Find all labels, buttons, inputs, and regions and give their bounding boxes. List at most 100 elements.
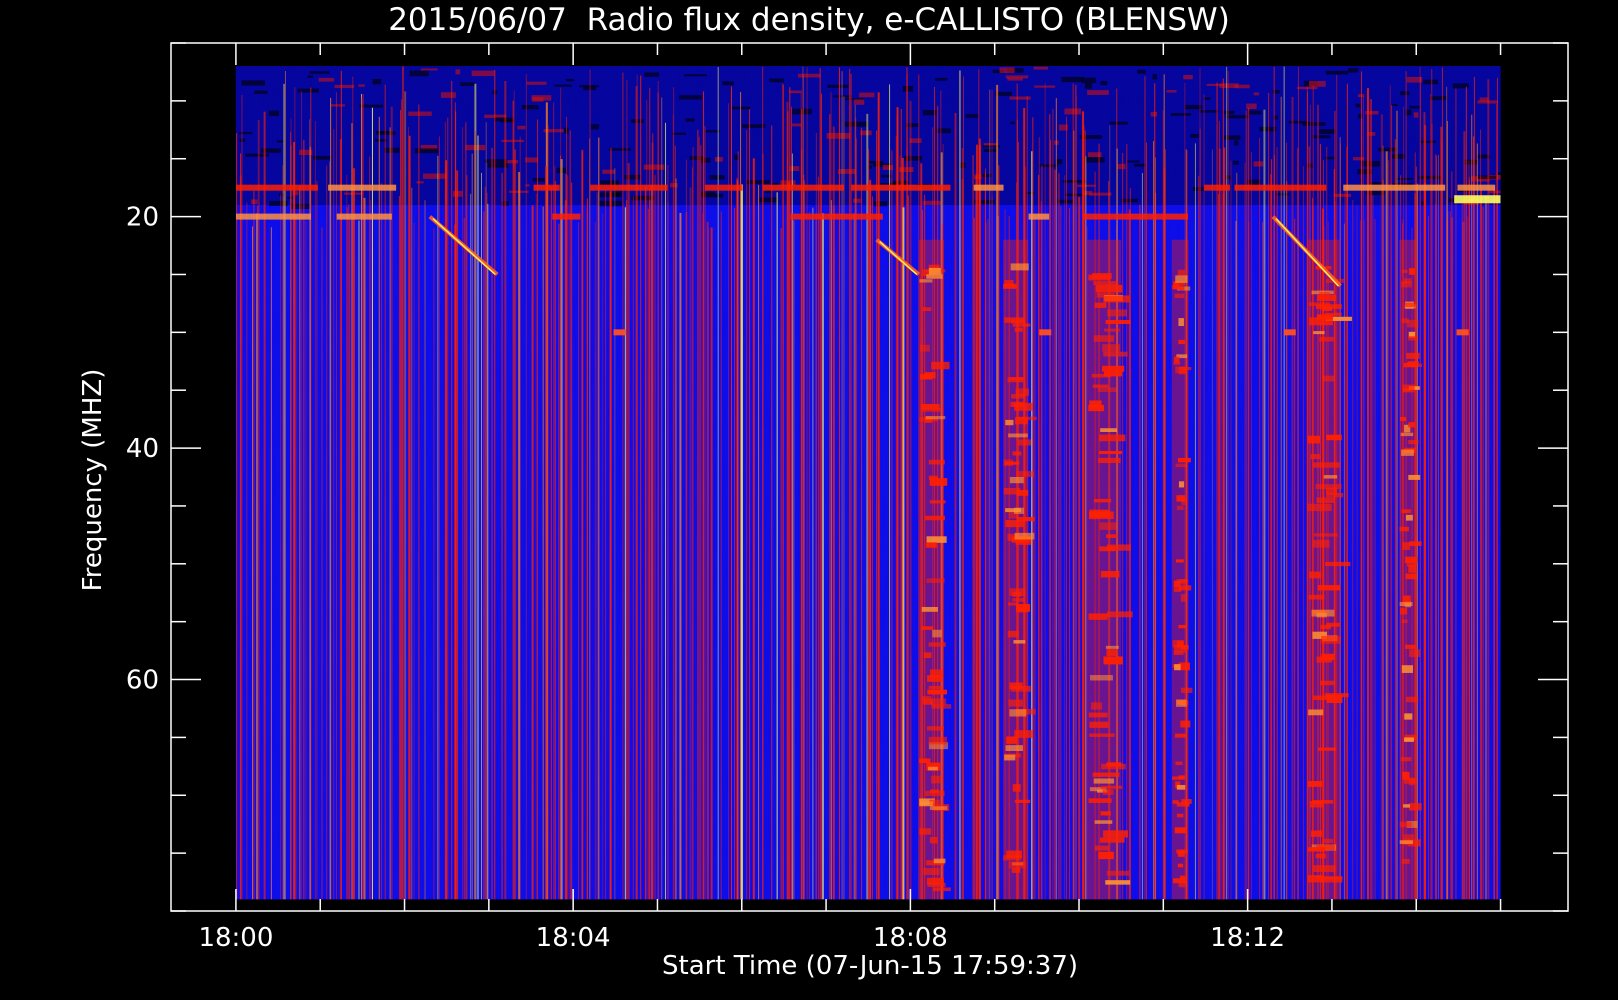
top-speckle	[1234, 140, 1239, 146]
noise-streak	[685, 212, 688, 900]
x-tick-label: 18:12	[1210, 923, 1285, 953]
noise-streak	[404, 91, 407, 900]
noise-streak	[900, 108, 902, 900]
noise-streak	[352, 76, 354, 900]
top-speckle	[1312, 135, 1331, 139]
noise-streak	[465, 122, 467, 900]
burst-blob	[1009, 588, 1026, 596]
noise-streak	[257, 206, 259, 900]
top-speckle	[1137, 69, 1146, 74]
noise-streak	[1291, 97, 1294, 900]
noise-streak	[445, 160, 448, 900]
burst-blob	[1106, 870, 1129, 876]
noise-streak	[1468, 176, 1470, 900]
burst-blob	[1007, 377, 1024, 383]
noise-streak	[340, 70, 342, 900]
noise-streak	[438, 136, 440, 900]
y-axis-label: Frequency (MHZ)	[78, 369, 108, 592]
top-speckle	[905, 123, 919, 128]
burst-blob	[1105, 320, 1131, 324]
top-speckle	[791, 123, 801, 127]
burst-blob	[1307, 435, 1321, 444]
top-speckle	[1325, 70, 1349, 75]
burst-blob	[1175, 463, 1188, 468]
noise-streak	[381, 183, 383, 900]
noise-streak	[1263, 109, 1266, 900]
noise-streak	[1385, 151, 1388, 900]
burst-blob	[1094, 302, 1107, 308]
noise-streak	[792, 220, 795, 900]
burst-blob	[1104, 328, 1120, 332]
noise-streak	[1203, 94, 1205, 900]
noise-streak	[679, 212, 682, 900]
burst-blob	[1103, 830, 1128, 838]
burst-blob	[920, 373, 933, 380]
noise-streak	[649, 87, 651, 900]
top-speckle	[1199, 110, 1219, 113]
noise-streak	[565, 173, 567, 900]
noise-streak	[1244, 163, 1246, 900]
burst-blob	[929, 478, 948, 486]
noise-streak	[1428, 215, 1430, 900]
noise-streak	[1144, 76, 1146, 900]
top-speckle	[525, 157, 539, 163]
burst-blob	[1180, 687, 1193, 693]
top-speckle	[1083, 190, 1093, 196]
burst-blob	[1092, 273, 1112, 279]
burst-blob	[919, 758, 931, 763]
spectrogram-chart: 2015/06/07 Radio flux density, e-CALLIST…	[78, 2, 1569, 981]
top-speckle	[372, 78, 382, 85]
noise-streak	[290, 118, 292, 900]
noise-streak	[314, 121, 316, 900]
noise-streak	[589, 138, 591, 900]
top-speckle	[1488, 190, 1501, 194]
top-speckle	[254, 90, 268, 94]
noise-streak	[1356, 205, 1358, 900]
noise-streak	[895, 135, 898, 900]
top-speckle	[859, 92, 875, 98]
chart-title: 2015/06/07 Radio flux density, e-CALLIST…	[388, 2, 1230, 38]
top-speckle	[330, 104, 345, 107]
noise-streak	[270, 227, 272, 900]
noise-streak	[1078, 196, 1081, 900]
noise-streak	[691, 167, 693, 900]
noise-streak	[408, 127, 410, 900]
noise-streak	[1429, 94, 1431, 900]
rfi-dot	[1283, 329, 1296, 336]
noise-streak	[1467, 216, 1469, 900]
burst-blob	[1307, 875, 1324, 883]
top-speckle	[715, 156, 723, 162]
top-speckle	[1396, 177, 1413, 180]
burst-blob	[1405, 514, 1413, 521]
top-speckle	[1418, 175, 1441, 180]
top-speckle	[838, 169, 856, 174]
noise-streak	[333, 129, 335, 900]
burst-blob	[1312, 695, 1337, 701]
burst-blob	[1308, 709, 1324, 716]
burst-blob	[1321, 635, 1342, 644]
rfi-segment	[235, 184, 318, 191]
rfi-segment	[590, 184, 668, 191]
burst-blob	[1014, 402, 1033, 411]
noise-streak	[1194, 143, 1196, 900]
noise-streak	[1083, 125, 1085, 900]
noise-streak	[627, 163, 630, 900]
noise-streak	[363, 197, 366, 900]
noise-streak	[1273, 155, 1275, 900]
burst-blob	[1174, 293, 1185, 299]
noise-streak	[815, 132, 817, 900]
noise-streak	[554, 180, 556, 900]
top-speckle	[1117, 163, 1126, 170]
rfi-dot	[1039, 329, 1052, 336]
noise-streak	[1222, 78, 1224, 900]
noise-streak	[781, 83, 783, 900]
noise-streak	[1122, 152, 1124, 900]
burst-blob	[927, 882, 946, 888]
noise-streak	[632, 196, 634, 900]
top-speckle	[1253, 161, 1264, 167]
noise-streak	[1259, 138, 1261, 900]
burst-blob	[1401, 269, 1408, 274]
noise-streak	[283, 83, 285, 900]
noise-streak	[703, 91, 705, 900]
burst-blob	[919, 279, 933, 283]
